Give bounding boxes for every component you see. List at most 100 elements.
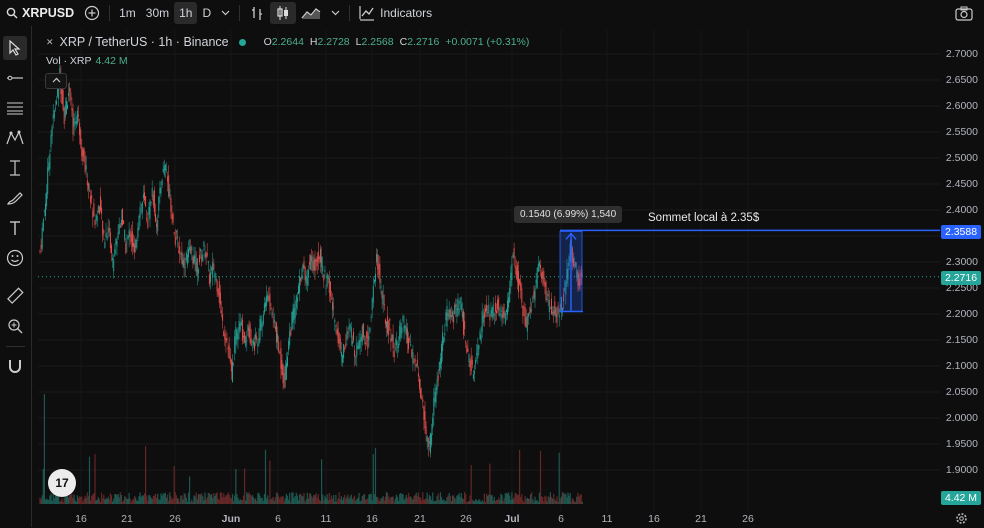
candle-body	[443, 337, 445, 344]
indicators-button[interactable]: Indicators	[354, 0, 437, 26]
candle-body	[536, 267, 538, 288]
compare-symbol-button[interactable]	[79, 0, 105, 26]
interval-30m[interactable]: 30m	[141, 0, 174, 26]
time-axis[interactable]: 16 21 26 Jun 6 11 16 21 26 Jul 6 11 16 21 26	[38, 512, 940, 527]
candle-body	[276, 322, 277, 343]
candle-body	[527, 313, 529, 317]
price-tick-label: 2.5000	[945, 152, 978, 164]
fib-tool[interactable]	[3, 96, 27, 120]
chart-type-dropdown-button[interactable]	[326, 0, 345, 26]
tradingview-logo[interactable]: 17	[48, 469, 76, 497]
volume-bar	[328, 492, 330, 504]
volume-bar	[333, 495, 335, 504]
candle-body	[555, 307, 557, 317]
candle-body	[347, 331, 349, 334]
candle-body	[320, 248, 321, 263]
drawing-toolbar	[0, 26, 32, 527]
candle-body	[533, 291, 535, 298]
candle-body	[185, 252, 187, 261]
candle-body	[62, 90, 64, 110]
candle-body	[434, 391, 436, 402]
volume-bar	[434, 501, 436, 504]
volume-bar	[149, 495, 151, 504]
volume-bar	[572, 499, 575, 504]
current-price-tag: 2.2716	[941, 271, 981, 285]
symbol-logo-icon: ✕	[46, 36, 54, 47]
volume-bar	[66, 495, 69, 504]
volume-bar	[404, 498, 406, 504]
volume-bar	[541, 496, 543, 504]
area-style-button[interactable]	[296, 0, 326, 26]
candle-body	[404, 325, 406, 329]
time-tick-label: 26	[460, 513, 472, 525]
volume-bar	[53, 498, 55, 504]
candle-body	[288, 340, 290, 351]
interval-d[interactable]: D	[197, 0, 216, 26]
volume-bar	[349, 496, 351, 504]
volume-bar	[400, 492, 402, 504]
pattern-tool[interactable]	[3, 126, 27, 150]
candle-body	[493, 314, 495, 316]
volume-bar	[186, 501, 188, 504]
cursor-tool[interactable]	[3, 36, 27, 60]
candle-body	[544, 282, 546, 287]
candle-body	[458, 309, 460, 314]
candle-body	[261, 323, 263, 328]
candle-body	[519, 279, 521, 285]
candle-body	[369, 327, 371, 332]
candle-body	[141, 202, 143, 213]
candle-body	[514, 265, 516, 269]
candle-body	[442, 332, 444, 352]
candle-body	[280, 347, 282, 369]
emoji-tool[interactable]	[3, 246, 27, 270]
bar-style-button[interactable]	[244, 0, 270, 26]
volume-bar	[444, 500, 446, 504]
candle-body	[211, 267, 213, 270]
interval-1h[interactable]: 1h	[174, 2, 198, 24]
magnet-tool[interactable]	[3, 354, 27, 378]
text-tool[interactable]	[3, 216, 27, 240]
prediction-tool[interactable]	[3, 156, 27, 180]
candle-body	[549, 307, 551, 309]
snapshot-button[interactable]	[950, 0, 978, 26]
symbol-search-button[interactable]: XRPUSD	[0, 0, 79, 26]
settings-button[interactable]	[955, 512, 968, 528]
interval-1m[interactable]: 1m	[114, 0, 141, 26]
candle-body	[339, 338, 341, 349]
candle-body	[526, 316, 528, 332]
volume-bar	[99, 501, 102, 504]
volume-bar	[159, 500, 161, 504]
volume-bar	[466, 501, 468, 504]
ruler-tool[interactable]	[3, 284, 27, 308]
collapse-legend-button[interactable]	[45, 73, 67, 89]
trend-line-tool[interactable]	[3, 66, 27, 90]
candle-body	[164, 164, 166, 171]
volume-bar	[197, 494, 199, 504]
interval-dropdown-button[interactable]	[216, 0, 235, 26]
price-chart[interactable]	[38, 30, 940, 512]
divider	[6, 346, 25, 347]
volume-bar	[557, 501, 559, 504]
volume-bar	[384, 496, 386, 504]
candle-body	[408, 337, 409, 350]
candles-style-button[interactable]	[270, 2, 297, 24]
candle-body	[471, 360, 473, 365]
volume-bar	[308, 493, 311, 504]
candle-body	[283, 373, 285, 388]
volume-bar	[300, 493, 302, 504]
volume-bar	[290, 501, 292, 504]
volume-bar	[510, 499, 512, 504]
volume-bar	[270, 499, 272, 504]
volume-bar	[482, 501, 484, 504]
volume-bar	[362, 494, 364, 504]
volume-bar	[577, 492, 579, 504]
annotation-text[interactable]: Sommet local à 2.35$	[648, 212, 759, 224]
candle-body	[432, 417, 434, 429]
candle-body	[85, 165, 87, 170]
volume-bar	[146, 495, 148, 504]
candle-body	[225, 338, 227, 343]
candle-body	[498, 297, 500, 311]
zoom-tool[interactable]	[3, 314, 27, 338]
volume-bar	[215, 493, 217, 504]
brush-tool[interactable]	[3, 186, 27, 210]
